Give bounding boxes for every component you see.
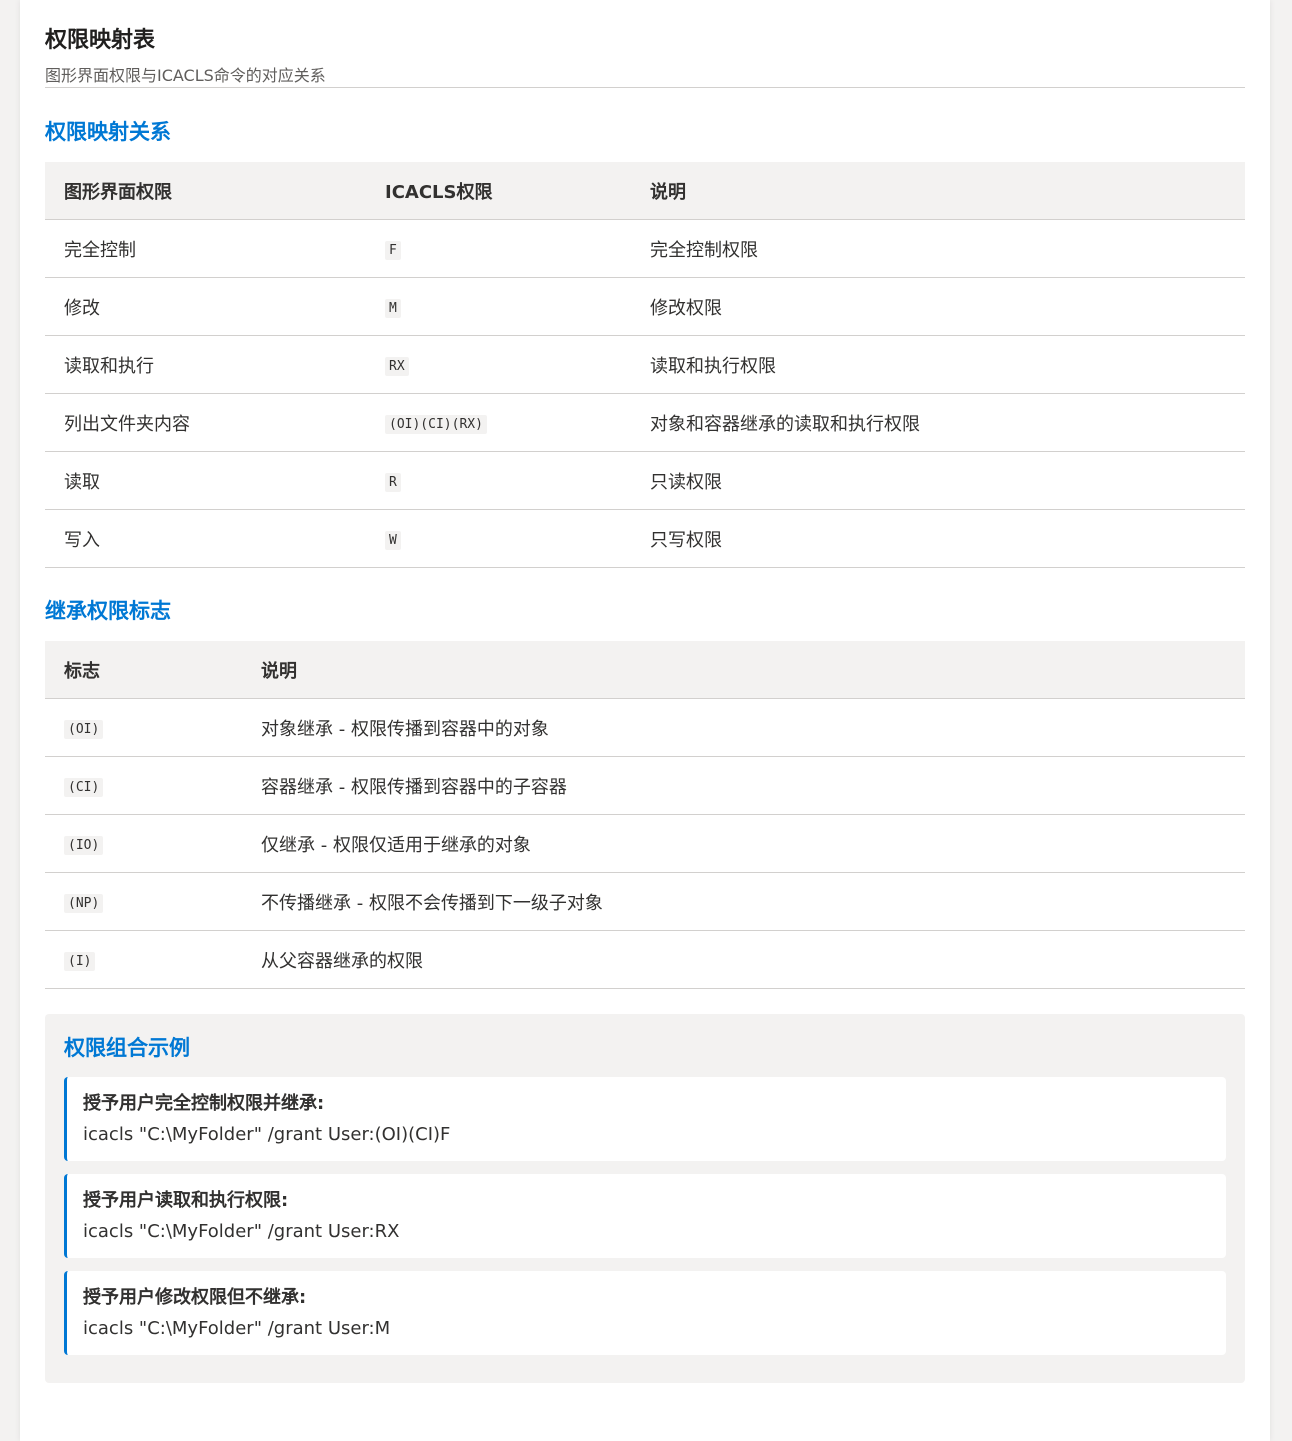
icacls-code: W: [385, 531, 401, 550]
icacls-code: F: [385, 241, 401, 260]
flag-cell: (CI): [45, 756, 242, 815]
icacls-permission-cell: M: [366, 277, 631, 336]
table-row: (I) 从父容器继承的权限: [45, 930, 1245, 989]
table-row: 修改 M 修改权限: [45, 277, 1245, 336]
mapping-section-title: 权限映射关系: [45, 120, 171, 144]
flag-cell: (NP): [45, 872, 242, 931]
example-card: 授予用户完全控制权限并继承: icacls "C:\MyFolder" /gra…: [64, 1077, 1226, 1161]
table-row: 完全控制 F 完全控制权限: [45, 219, 1245, 278]
flag-cell: (I): [45, 930, 242, 989]
gui-permission-cell: 完全控制: [45, 219, 366, 278]
description-cell: 只读权限: [631, 451, 1245, 510]
example-card: 授予用户修改权限但不继承: icacls "C:\MyFolder" /gran…: [64, 1271, 1226, 1355]
page-header: 权限映射表 图形界面权限与ICACLS命令的对应关系: [45, 0, 1245, 88]
example-label: 授予用户读取和执行权限:: [83, 1190, 289, 1211]
description-cell: 从父容器继承的权限: [242, 930, 1245, 989]
table-row: (OI) 对象继承 - 权限传播到容器中的对象: [45, 698, 1245, 757]
column-header-flag: 标志: [45, 641, 242, 699]
example-label: 授予用户修改权限但不继承:: [83, 1287, 307, 1308]
flag-code: (OI): [64, 720, 104, 739]
icacls-permission-cell: W: [366, 509, 631, 568]
page-subtitle: 图形界面权限与ICACLS命令的对应关系: [45, 66, 326, 85]
inheritance-table: 标志 说明 (OI) 对象继承 - 权限传播到容器中的对象 (CI) 容器继承 …: [45, 641, 1245, 989]
column-header-gui-permission: 图形界面权限: [45, 162, 366, 220]
icacls-permission-cell: R: [366, 451, 631, 510]
example-command: icacls "C:\MyFolder" /grant User:(OI)(CI…: [83, 1124, 451, 1145]
description-cell: 读取和执行权限: [631, 335, 1245, 394]
description-cell: 容器继承 - 权限传播到容器中的子容器: [242, 756, 1245, 815]
gui-permission-cell: 写入: [45, 509, 366, 568]
gui-permission-cell: 读取: [45, 451, 366, 510]
description-cell: 仅继承 - 权限仅适用于继承的对象: [242, 814, 1245, 873]
table-row: 读取 R 只读权限: [45, 451, 1245, 510]
examples-section-title: 权限组合示例: [64, 1036, 190, 1060]
column-header-icacls-permission: ICACLS权限: [366, 162, 631, 220]
gui-permission-cell: 列出文件夹内容: [45, 393, 366, 452]
flag-code: (I): [64, 952, 96, 971]
example-label: 授予用户完全控制权限并继承:: [83, 1093, 325, 1114]
table-row: (CI) 容器继承 - 权限传播到容器中的子容器: [45, 756, 1245, 815]
flag-cell: (OI): [45, 698, 242, 757]
example-command: icacls "C:\MyFolder" /grant User:RX: [83, 1221, 400, 1242]
flag-code: (NP): [64, 894, 104, 913]
icacls-code: (OI)(CI)(RX): [385, 415, 487, 434]
icacls-permission-cell: (OI)(CI)(RX): [366, 393, 631, 452]
icacls-code: RX: [385, 357, 409, 376]
flag-code: (IO): [64, 836, 104, 855]
description-cell: 只写权限: [631, 509, 1245, 568]
examples-panel: 权限组合示例 授予用户完全控制权限并继承: icacls "C:\MyFolde…: [45, 1014, 1245, 1383]
icacls-code: R: [385, 473, 401, 492]
document-page: 权限映射表 图形界面权限与ICACLS命令的对应关系 权限映射关系 图形界面权限…: [20, 0, 1270, 1441]
description-cell: 对象和容器继承的读取和执行权限: [631, 393, 1245, 452]
inheritance-table-header-row: 标志 说明: [45, 641, 1245, 699]
mapping-table-header-row: 图形界面权限 ICACLS权限 说明: [45, 162, 1245, 220]
description-cell: 不传播继承 - 权限不会传播到下一级子对象: [242, 872, 1245, 931]
gui-permission-cell: 读取和执行: [45, 335, 366, 394]
mapping-table: 图形界面权限 ICACLS权限 说明 完全控制 F 完全控制权限 修改 M 修改…: [45, 162, 1245, 568]
table-row: 读取和执行 RX 读取和执行权限: [45, 335, 1245, 394]
column-header-description: 说明: [242, 641, 1245, 699]
table-row: 列出文件夹内容 (OI)(CI)(RX) 对象和容器继承的读取和执行权限: [45, 393, 1245, 452]
icacls-code: M: [385, 299, 401, 318]
icacls-permission-cell: RX: [366, 335, 631, 394]
description-cell: 修改权限: [631, 277, 1245, 336]
inheritance-section-title: 继承权限标志: [45, 599, 171, 623]
example-command: icacls "C:\MyFolder" /grant User:M: [83, 1318, 391, 1339]
description-cell: 完全控制权限: [631, 219, 1245, 278]
column-header-description: 说明: [631, 162, 1245, 220]
flag-code: (CI): [64, 778, 104, 797]
example-card: 授予用户读取和执行权限: icacls "C:\MyFolder" /grant…: [64, 1174, 1226, 1258]
table-row: 写入 W 只写权限: [45, 509, 1245, 568]
table-row: (IO) 仅继承 - 权限仅适用于继承的对象: [45, 814, 1245, 873]
flag-cell: (IO): [45, 814, 242, 873]
gui-permission-cell: 修改: [45, 277, 366, 336]
page-title: 权限映射表: [45, 28, 156, 53]
description-cell: 对象继承 - 权限传播到容器中的对象: [242, 698, 1245, 757]
table-row: (NP) 不传播继承 - 权限不会传播到下一级子对象: [45, 872, 1245, 931]
icacls-permission-cell: F: [366, 219, 631, 278]
